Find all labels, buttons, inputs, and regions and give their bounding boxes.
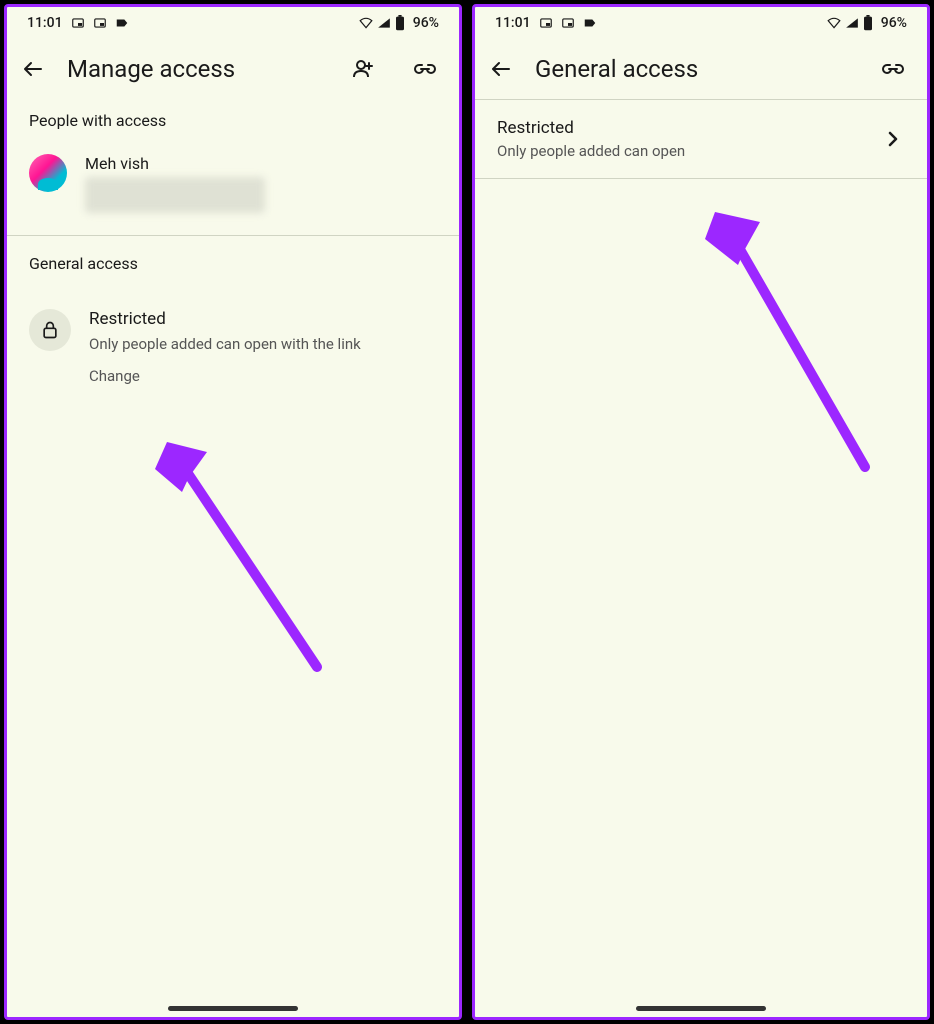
app-bar: Manage access	[7, 39, 459, 99]
pip-icon-1	[71, 16, 85, 30]
battery-icon	[395, 16, 409, 30]
back-button[interactable]	[21, 57, 45, 81]
list-title: Restricted	[497, 118, 881, 138]
nav-handle[interactable]	[168, 1006, 298, 1011]
section-people-header: People with access	[7, 99, 459, 142]
access-desc: Only people added can open with the link	[89, 335, 437, 353]
status-time: 11:01	[495, 15, 531, 31]
status-bar: 11:01 96%	[7, 7, 459, 39]
signal-icon	[845, 16, 859, 30]
annotation-arrow	[690, 177, 890, 477]
app-bar: General access	[475, 39, 927, 99]
nav-handle[interactable]	[636, 1006, 766, 1011]
pip-icon-2	[561, 16, 575, 30]
chevron-right-icon	[881, 127, 905, 151]
label-icon	[115, 16, 129, 30]
status-time: 11:01	[27, 15, 63, 31]
restricted-row[interactable]: Restricted Only people added can open	[475, 99, 927, 179]
pip-icon-1	[539, 16, 553, 30]
link-button[interactable]	[411, 55, 439, 83]
page-title: Manage access	[67, 55, 315, 83]
page-title: General access	[535, 55, 845, 83]
access-title: Restricted	[89, 309, 437, 329]
add-person-button[interactable]	[349, 55, 377, 83]
lock-icon	[29, 309, 71, 351]
battery-text: 96%	[413, 15, 439, 31]
person-name: Meh vish	[85, 154, 437, 173]
wifi-icon	[827, 16, 841, 30]
back-button[interactable]	[489, 57, 513, 81]
phone-screen-right: 11:01 96% General access Restricted Only…	[472, 4, 930, 1020]
general-access-row: Restricted Only people added can open wi…	[7, 285, 459, 393]
link-button[interactable]	[879, 55, 907, 83]
person-email-blurred	[85, 177, 265, 213]
list-desc: Only people added can open	[497, 142, 881, 160]
phone-screen-left: 11:01 96% Manage access People with acce…	[4, 4, 462, 1020]
annotation-arrow	[137, 417, 337, 677]
person-row[interactable]: Meh vish	[7, 142, 459, 225]
avatar	[29, 154, 67, 192]
section-general-header: General access	[7, 236, 459, 285]
battery-icon	[863, 16, 877, 30]
pip-icon-2	[93, 16, 107, 30]
status-bar: 11:01 96%	[475, 7, 927, 39]
battery-text: 96%	[881, 15, 907, 31]
change-link[interactable]: Change	[89, 367, 437, 385]
signal-icon	[377, 16, 391, 30]
label-icon	[583, 16, 597, 30]
wifi-icon	[359, 16, 373, 30]
